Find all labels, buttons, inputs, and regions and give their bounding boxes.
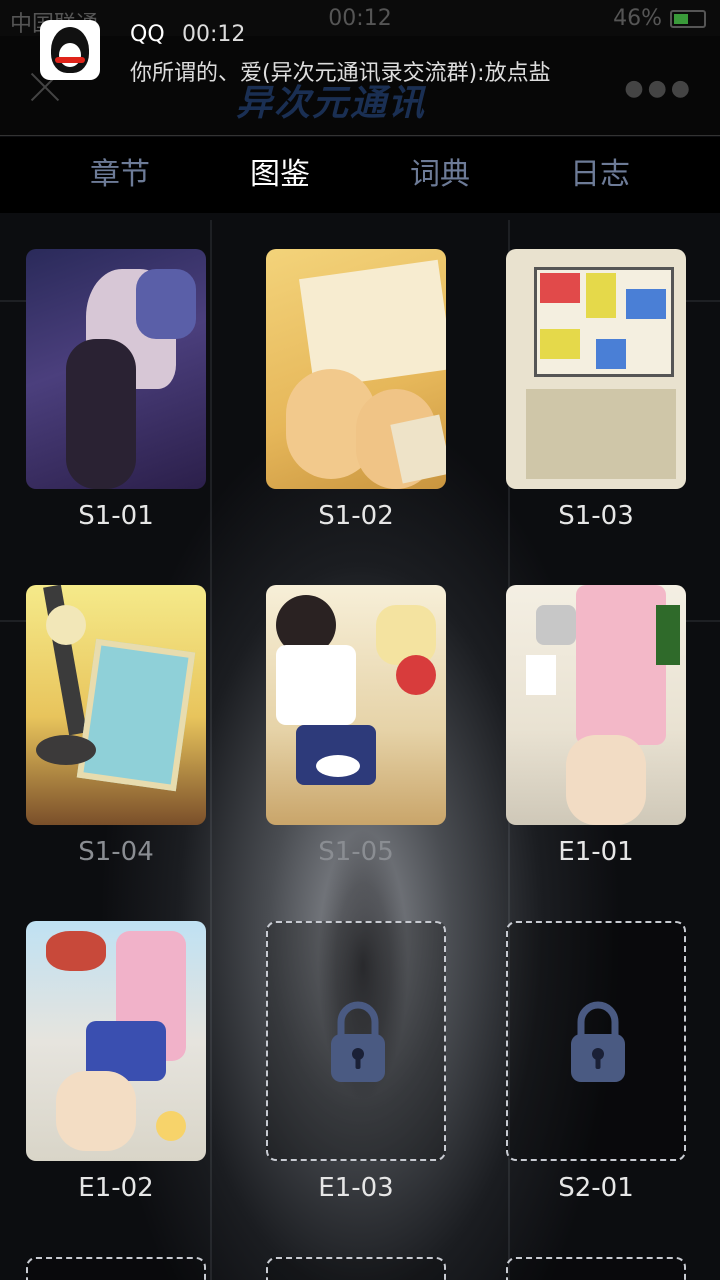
notification-message: 你所谓的、爱(异次元通讯录交流群):放点盐 (130, 61, 551, 86)
gallery-item-label: S1-04 (78, 837, 154, 867)
gallery-item-label: E1-02 (78, 1173, 154, 1203)
gallery-item-locked[interactable] (26, 1257, 206, 1280)
gallery-item-label: S1-01 (78, 501, 154, 531)
gallery-item[interactable]: S1-01 (26, 249, 206, 531)
gallery-thumbnail[interactable] (26, 921, 206, 1161)
gallery-thumbnail[interactable] (506, 585, 686, 825)
gallery-item[interactable]: S1-02 (266, 249, 446, 531)
gallery-thumbnail[interactable] (266, 585, 446, 825)
gallery-thumbnail[interactable] (506, 249, 686, 489)
notification-banner[interactable]: QQ 00:12 你所谓的、爱(异次元通讯录交流群):放点盐 (0, 0, 720, 110)
gallery-item-label: E1-03 (318, 1173, 394, 1203)
gallery-item-label: E1-01 (558, 837, 634, 867)
qq-app-icon (40, 20, 100, 80)
gallery-item[interactable]: S1-04 (26, 585, 206, 867)
gallery-item-locked[interactable]: E1-03 (266, 921, 446, 1203)
gallery-item-locked[interactable]: S2-01 (506, 921, 686, 1203)
locked-slot[interactable] (506, 1257, 686, 1280)
gallery-item[interactable]: S1-03 (506, 249, 686, 531)
gallery-item-label: S1-05 (318, 837, 394, 867)
tab-log[interactable]: 日志 (520, 137, 680, 213)
tab-dictionary[interactable]: 词典 (360, 137, 520, 213)
gallery-thumbnail[interactable] (26, 585, 206, 825)
gallery-item[interactable]: E1-01 (506, 585, 686, 867)
gallery-thumbnail[interactable] (26, 249, 206, 489)
gallery-item[interactable]: E1-02 (26, 921, 206, 1203)
tab-chapters[interactable]: 章节 (40, 137, 200, 213)
tab-bar: 章节 图鉴 词典 日志 (0, 137, 720, 213)
gallery-item-label: S1-02 (318, 501, 394, 531)
notification-app-name: QQ (130, 22, 165, 47)
gallery-item-locked[interactable] (506, 1257, 686, 1280)
lock-icon (571, 1001, 625, 1082)
gallery-item-label: S1-03 (558, 501, 634, 531)
tab-gallery[interactable]: 图鉴 (200, 137, 360, 213)
locked-slot[interactable] (26, 1257, 206, 1280)
gallery-item-label: S2-01 (558, 1173, 634, 1203)
locked-slot[interactable] (506, 921, 686, 1161)
locked-slot[interactable] (266, 921, 446, 1161)
gallery-item-locked[interactable] (266, 1257, 446, 1280)
gallery-item[interactable]: S1-05 (266, 585, 446, 867)
notification-time: 00:12 (182, 22, 246, 47)
lock-icon (331, 1001, 385, 1082)
gallery-thumbnail[interactable] (266, 249, 446, 489)
locked-slot[interactable] (266, 1257, 446, 1280)
